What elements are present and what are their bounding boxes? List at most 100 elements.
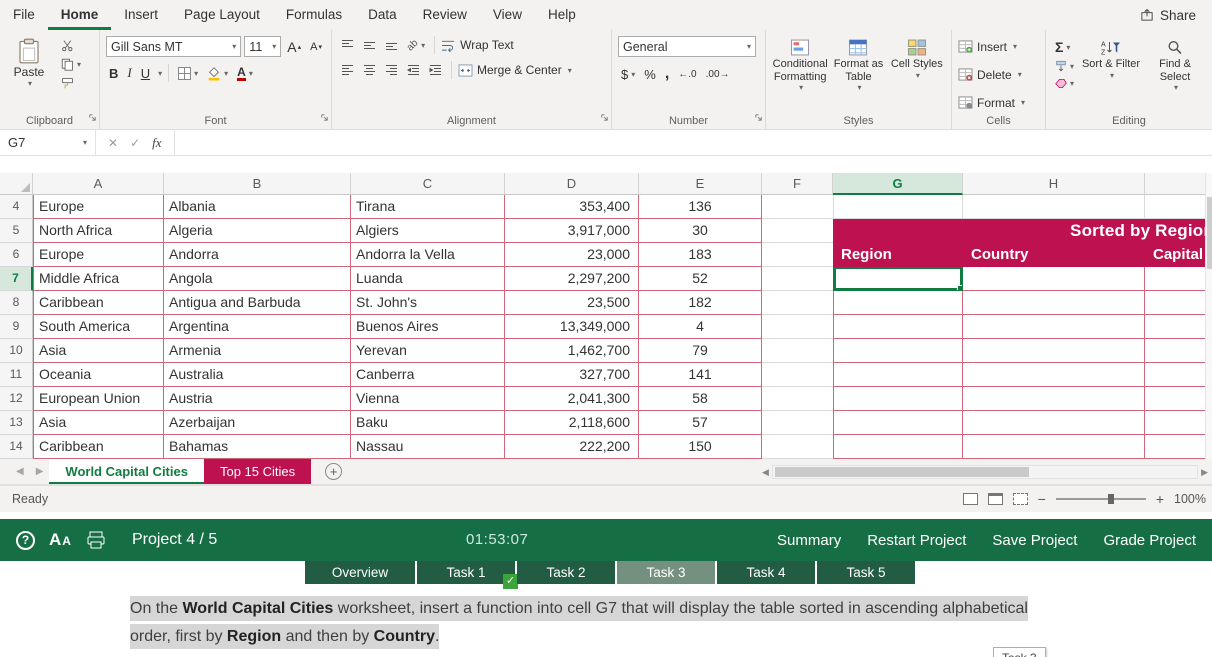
cell-B10[interactable]: Armenia — [164, 339, 351, 363]
cell-B8[interactable]: Antigua and Barbuda — [164, 291, 351, 315]
row-header-6[interactable]: 6 — [0, 243, 33, 267]
format-as-table-button[interactable]: Format as Table ▾ — [830, 36, 886, 92]
sheet-tab-top-15-cities[interactable]: Top 15 Cities — [204, 459, 311, 484]
alignment-dialog-launcher-icon[interactable] — [600, 113, 609, 125]
zoom-level[interactable]: 100% — [1174, 492, 1206, 506]
cell-A6[interactable]: Europe — [33, 243, 164, 267]
align-center-button[interactable] — [360, 63, 379, 77]
cell-F10[interactable] — [762, 339, 833, 363]
cell-F11[interactable] — [762, 363, 833, 387]
cell-C10[interactable]: Yerevan — [351, 339, 505, 363]
cell-E10[interactable]: 79 — [639, 339, 762, 363]
autosum-button[interactable]: Σ▾ — [1052, 38, 1077, 56]
wrap-text-button[interactable]: Wrap Text — [441, 38, 514, 52]
trainer-action-restart-project[interactable]: Restart Project — [867, 532, 966, 549]
cell-B7[interactable]: Angola — [164, 267, 351, 291]
row-header-8[interactable]: 8 — [0, 291, 33, 315]
comma-style-button[interactable]: , — [662, 64, 672, 84]
cell-G9[interactable] — [833, 315, 963, 339]
underline-button[interactable]: U — [138, 65, 153, 82]
cell-D6[interactable]: 23,000 — [505, 243, 639, 267]
clipboard-dialog-launcher-icon[interactable] — [88, 113, 97, 125]
cell-B5[interactable]: Algeria — [164, 219, 351, 243]
cell-E8[interactable]: 182 — [639, 291, 762, 315]
cell-A14[interactable]: Caribbean — [33, 435, 164, 459]
menu-tab-data[interactable]: Data — [355, 0, 410, 30]
format-painter-button[interactable] — [58, 76, 84, 91]
number-dialog-launcher-icon[interactable] — [754, 113, 763, 125]
accounting-format-button[interactable]: $▾ — [618, 66, 638, 83]
font-color-button[interactable]: A▾ — [234, 65, 256, 82]
horizontal-scrollbar[interactable]: ◀ ▶ — [762, 464, 1208, 480]
print-icon[interactable] — [86, 531, 106, 549]
cancel-icon[interactable]: ✕ — [108, 136, 118, 150]
cell-A4[interactable]: Europe — [33, 195, 164, 219]
vertical-scrollbar-thumb[interactable] — [1207, 197, 1212, 269]
align-left-button[interactable] — [338, 63, 357, 77]
cell-H13[interactable] — [963, 411, 1145, 435]
cell-I7[interactable] — [1145, 267, 1205, 291]
column-header-D[interactable]: D — [505, 173, 639, 195]
cut-button[interactable] — [58, 38, 84, 53]
cell-D4[interactable]: 353,400 — [505, 195, 639, 219]
column-header-E[interactable]: E — [639, 173, 762, 195]
cell-B9[interactable]: Argentina — [164, 315, 351, 339]
cell-I13[interactable] — [1145, 411, 1205, 435]
cell-B6[interactable]: Andorra — [164, 243, 351, 267]
trainer-action-save-project[interactable]: Save Project — [992, 532, 1077, 549]
top-align-button[interactable] — [338, 38, 357, 52]
cell-F12[interactable] — [762, 387, 833, 411]
cell-F14[interactable] — [762, 435, 833, 459]
cell-H4[interactable] — [963, 195, 1145, 219]
horizontal-scrollbar-thumb[interactable] — [775, 467, 1029, 477]
cell-D12[interactable]: 2,041,300 — [505, 387, 639, 411]
format-cells-button[interactable]: Format ▾ — [958, 92, 1039, 113]
cell-A13[interactable]: Asia — [33, 411, 164, 435]
cell-E5[interactable]: 30 — [639, 219, 762, 243]
cell-E9[interactable]: 4 — [639, 315, 762, 339]
task-tab-overview[interactable]: Overview — [305, 561, 415, 584]
menu-tab-view[interactable]: View — [480, 0, 535, 30]
cell-I11[interactable] — [1145, 363, 1205, 387]
cell-E6[interactable]: 183 — [639, 243, 762, 267]
cell-E14[interactable]: 150 — [639, 435, 762, 459]
column-header-A[interactable]: A — [33, 173, 164, 195]
middle-align-button[interactable] — [360, 38, 379, 52]
row-header-13[interactable]: 13 — [0, 411, 33, 435]
orientation-button[interactable]: ab▾ — [404, 39, 428, 52]
page-layout-view-icon[interactable] — [988, 493, 1003, 505]
cell-B12[interactable]: Austria — [164, 387, 351, 411]
column-header-F[interactable]: F — [762, 173, 833, 195]
cell-C13[interactable]: Baku — [351, 411, 505, 435]
insert-function-icon[interactable]: fx — [152, 135, 161, 151]
clear-button[interactable]: ▾ — [1052, 77, 1077, 90]
cell-D10[interactable]: 1,462,700 — [505, 339, 639, 363]
cell-G12[interactable] — [833, 387, 963, 411]
menu-tab-file[interactable]: File — [0, 0, 48, 30]
paste-button[interactable]: Paste ▾ — [6, 36, 52, 91]
decrease-indent-button[interactable] — [404, 63, 423, 77]
cell-B14[interactable]: Bahamas — [164, 435, 351, 459]
column-header-G[interactable]: G — [833, 173, 963, 195]
new-sheet-button[interactable]: + — [325, 463, 342, 480]
menu-tab-help[interactable]: Help — [535, 0, 589, 30]
find-select-button[interactable]: Find & Select ▾ — [1145, 36, 1205, 92]
decrease-font-size-button[interactable]: A▾ — [307, 40, 325, 54]
cell-H10[interactable] — [963, 339, 1145, 363]
cell-C11[interactable]: Canberra — [351, 363, 505, 387]
bold-button[interactable]: B — [106, 65, 121, 82]
column-header-B[interactable]: B — [164, 173, 351, 195]
cell-B13[interactable]: Azerbaijan — [164, 411, 351, 435]
increase-font-size-button[interactable]: A▴ — [284, 38, 304, 56]
cell-H7[interactable] — [963, 267, 1145, 291]
cell-H9[interactable] — [963, 315, 1145, 339]
row-header-14[interactable]: 14 — [0, 435, 33, 459]
column-header-I[interactable]: I — [1145, 173, 1205, 195]
table-header-capital[interactable]: Capital — [1145, 243, 1205, 267]
selected-cell-G7[interactable] — [833, 267, 963, 291]
cell-H11[interactable] — [963, 363, 1145, 387]
cell-D11[interactable]: 327,700 — [505, 363, 639, 387]
cell-G14[interactable] — [833, 435, 963, 459]
increase-indent-button[interactable] — [426, 63, 445, 77]
cell-E12[interactable]: 58 — [639, 387, 762, 411]
